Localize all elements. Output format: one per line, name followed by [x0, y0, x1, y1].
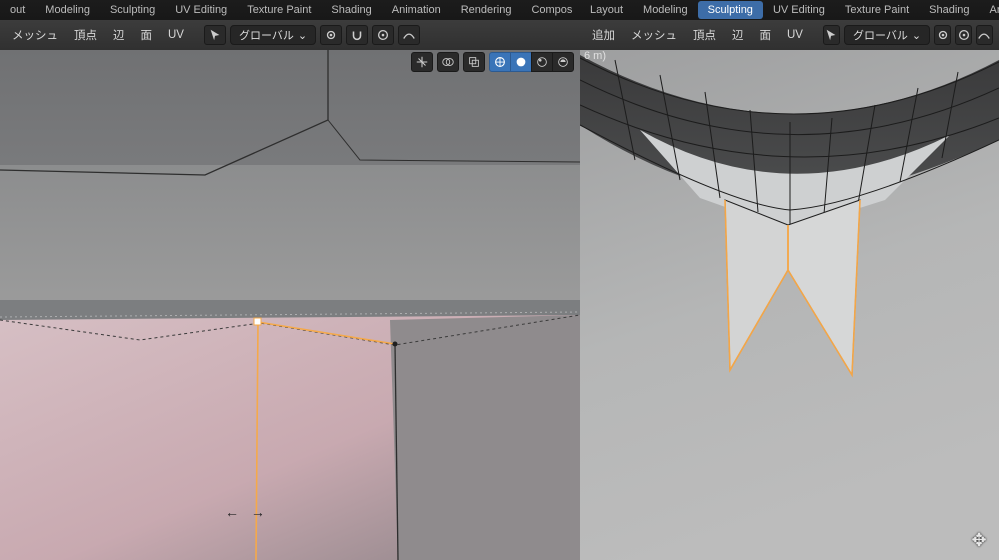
- tab-animation[interactable]: Animati: [980, 1, 999, 19]
- left-overlay-row: [0, 50, 580, 74]
- proportional-edit-icon[interactable]: [955, 25, 972, 45]
- tab-sculpting[interactable]: Sculpting: [100, 1, 165, 19]
- tab-sculpting[interactable]: Sculpting: [698, 1, 763, 19]
- wireframe-shading-icon[interactable]: [489, 52, 511, 72]
- material-preview-shading-icon[interactable]: [531, 52, 553, 72]
- left-editor: ← → out Modeling Sculpting UV Editing Te…: [0, 0, 580, 560]
- tab-rendering[interactable]: Rendering: [451, 1, 522, 19]
- menu-face[interactable]: 面: [754, 25, 778, 45]
- menu-vertex[interactable]: 頂点: [68, 25, 103, 45]
- menu-edge[interactable]: 辺: [107, 25, 131, 45]
- falloff-curve-icon[interactable]: [398, 25, 420, 45]
- right-workspace-tabs: Layout Modeling Sculpting UV Editing Tex…: [580, 0, 999, 20]
- proportional-edit-icon[interactable]: [372, 25, 394, 45]
- menu-edge[interactable]: 辺: [726, 25, 750, 45]
- transform-hint-arrows: ← →: [225, 504, 269, 520]
- menu-vertex[interactable]: 頂点: [687, 25, 722, 45]
- right-editor: ✥ Layout Modeling Sculpting UV Editing T…: [580, 0, 999, 560]
- pivot-icon[interactable]: [320, 25, 342, 45]
- menu-face[interactable]: 面: [135, 25, 159, 45]
- xray-icon[interactable]: [463, 52, 485, 72]
- snap-icon[interactable]: [346, 25, 368, 45]
- transform-orientation-label: グローバル: [853, 27, 908, 43]
- menu-add[interactable]: 追加: [586, 25, 621, 45]
- view-move-gizmo[interactable]: ✥: [967, 528, 991, 552]
- viewport-status-text: 6 m): [584, 50, 606, 62]
- pivot-icon[interactable]: [934, 25, 951, 45]
- tab-compositing[interactable]: Compos: [521, 1, 580, 19]
- menu-uv[interactable]: UV: [781, 27, 809, 43]
- falloff-curve-icon[interactable]: [976, 25, 993, 45]
- transform-orientation-dropdown[interactable]: グローバル ⌄: [844, 25, 930, 45]
- tab-shading[interactable]: Shading: [321, 1, 381, 19]
- tab-texture-paint[interactable]: Texture Paint: [835, 1, 919, 19]
- tab-shading[interactable]: Shading: [919, 1, 979, 19]
- chevron-down-icon: ⌄: [912, 29, 921, 42]
- tab-uv-editing[interactable]: UV Editing: [165, 1, 237, 19]
- tab-layout[interactable]: out: [0, 1, 35, 19]
- tab-texture-paint[interactable]: Texture Paint: [237, 1, 321, 19]
- right-editor-header: 追加 メッシュ 頂点 辺 面 UV グローバル ⌄: [580, 20, 999, 50]
- move-icon: ✥: [971, 530, 986, 551]
- menu-uv[interactable]: UV: [162, 27, 190, 43]
- tab-layout[interactable]: Layout: [580, 1, 633, 19]
- tab-animation[interactable]: Animation: [382, 1, 451, 19]
- solid-shading-icon[interactable]: [510, 52, 532, 72]
- left-editor-header: メッシュ 頂点 辺 面 UV グローバル ⌄: [0, 20, 580, 50]
- transform-orientation-dropdown[interactable]: グローバル ⌄: [230, 25, 316, 45]
- tab-uv-editing[interactable]: UV Editing: [763, 1, 835, 19]
- rendered-shading-icon[interactable]: [552, 52, 574, 72]
- menu-mesh[interactable]: メッシュ: [625, 25, 683, 45]
- shading-mode-group: [489, 52, 574, 72]
- chevron-down-icon: ⌄: [298, 29, 307, 42]
- overlay-icon[interactable]: [437, 52, 459, 72]
- tab-modeling[interactable]: Modeling: [35, 1, 100, 19]
- gizmo-icon[interactable]: [411, 52, 433, 72]
- menu-mesh[interactable]: メッシュ: [6, 25, 64, 45]
- left-workspace-tabs: out Modeling Sculpting UV Editing Textur…: [0, 0, 580, 20]
- left-viewport-canvas: [0, 0, 580, 560]
- cursor-icon[interactable]: [204, 25, 226, 45]
- cursor-icon[interactable]: [823, 25, 840, 45]
- right-viewport[interactable]: ✥: [580, 0, 999, 560]
- left-viewport[interactable]: ← →: [0, 0, 580, 560]
- tab-modeling[interactable]: Modeling: [633, 1, 698, 19]
- transform-orientation-label: グローバル: [239, 27, 294, 43]
- right-viewport-canvas: [580, 0, 999, 560]
